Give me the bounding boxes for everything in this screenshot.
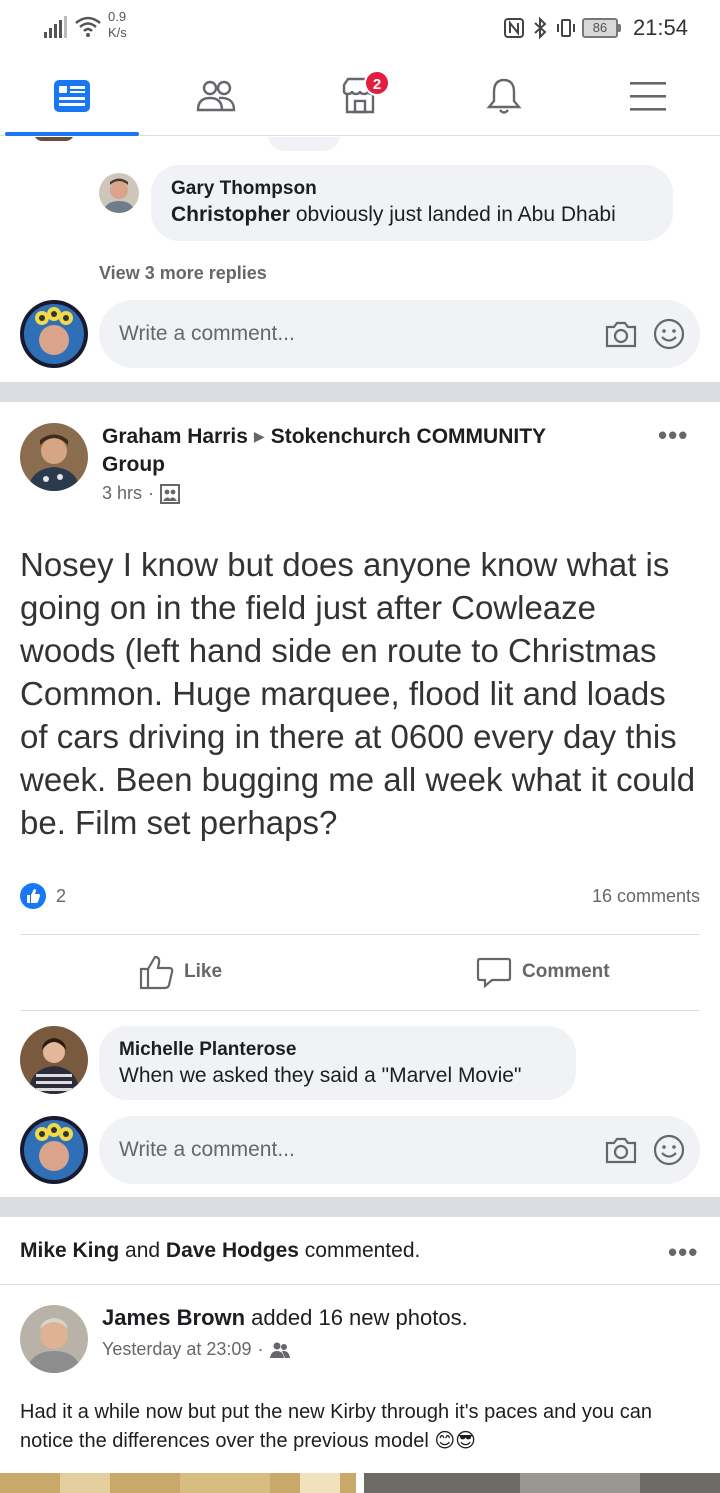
post-author[interactable]: Graham Harris [102, 425, 248, 448]
profile-photo [20, 1116, 88, 1184]
avatar[interactable] [20, 423, 88, 491]
bell-icon [486, 78, 522, 114]
like-reaction-icon [20, 883, 46, 909]
activity-header: Mike King and Dave Hodges commented. [20, 1239, 421, 1262]
friends-icon [196, 80, 236, 112]
post-time[interactable]: Yesterday at 23:09 [102, 1339, 251, 1360]
tab-news-feed[interactable] [0, 56, 144, 136]
active-tab-indicator [5, 132, 139, 136]
vibrate-icon [556, 19, 575, 37]
reactions-summary[interactable]: 2 16 comments [20, 881, 700, 911]
post-text: Had it a while now but put the new Kirby… [20, 1401, 652, 1452]
more-options-icon[interactable]: ••• [658, 422, 688, 448]
profile-photo [99, 173, 139, 213]
comment-label: Comment [522, 961, 610, 982]
news-feed-icon [54, 80, 90, 112]
group-name[interactable]: Stokenchurch COMMUNITY [271, 425, 546, 448]
comment-placeholder: Write a comment... [119, 322, 295, 345]
tab-marketplace[interactable] [288, 56, 432, 136]
view-more-replies-link[interactable]: View 3 more replies [99, 263, 267, 284]
top-navigation: 2 [0, 56, 720, 136]
comments-count[interactable]: 16 comments [592, 886, 700, 907]
more-options-icon[interactable]: ••• [668, 1239, 698, 1265]
comment-placeholder: Write a comment... [119, 1138, 295, 1161]
comment-bubble[interactable]: Michelle Planterose When we asked they s… [99, 1026, 576, 1100]
profile-photo [20, 300, 88, 368]
bluetooth-icon [534, 17, 547, 39]
clock: 21:54 [632, 15, 688, 40]
tab-friends[interactable] [144, 56, 288, 136]
post-meta: Yesterday at 23:09 · [102, 1339, 291, 1360]
emoji-icon[interactable] [652, 1133, 686, 1167]
triangle-right-icon: ▶ [253, 428, 265, 444]
comment-button[interactable]: Comment [476, 950, 610, 994]
photo-grid-preview[interactable] [0, 1473, 720, 1493]
like-button[interactable]: Like [138, 950, 222, 994]
tab-menu[interactable] [576, 56, 720, 136]
comment-text: Christopher obviously just landed in Abu… [171, 203, 616, 226]
post-time[interactable]: 3 hrs [102, 483, 142, 504]
profile-photo [20, 1305, 88, 1373]
avatar[interactable] [20, 1305, 88, 1373]
battery-icon: 86 [581, 18, 621, 38]
camera-icon[interactable] [604, 1133, 638, 1167]
comment-input[interactable]: Write a comment... [99, 300, 700, 368]
previous-comment-edge [268, 137, 340, 151]
post-separator [0, 382, 720, 402]
comment-author[interactable]: Michelle Planterose [119, 1038, 556, 1062]
emoji-icon[interactable] [652, 317, 686, 351]
profile-photo [20, 423, 88, 491]
group-icon [160, 483, 181, 504]
hamburger-menu-icon [630, 82, 666, 111]
comment-text: When we asked they said a "Marvel Movie" [119, 1064, 522, 1087]
camera-icon[interactable] [604, 317, 638, 351]
post-header-title: James Brown added 16 new photos. [102, 1305, 468, 1330]
group-name-continued[interactable]: Group [102, 453, 165, 476]
news-feed: Gary Thompson Christopher obviously just… [0, 137, 720, 1493]
signal-icon [44, 16, 67, 38]
avatar[interactable] [99, 173, 139, 213]
nfc-icon [503, 18, 524, 38]
status-bar: 0.9 K/s 86 21:54 [0, 0, 720, 56]
activity-user[interactable]: Dave Hodges [166, 1239, 299, 1262]
my-avatar[interactable] [20, 300, 88, 368]
emoji: 😊😎 [434, 1430, 477, 1452]
activity-user[interactable]: Mike King [20, 1239, 119, 1262]
post-separator [0, 1197, 720, 1217]
tab-notifications[interactable] [432, 56, 576, 136]
comment-input[interactable]: Write a comment... [99, 1116, 700, 1184]
like-count: 2 [56, 885, 67, 906]
profile-photo [20, 1026, 88, 1094]
divider [0, 1284, 720, 1285]
post-text: Nosey I know but does anyone know what i… [20, 546, 696, 841]
thumbs-up-icon [139, 955, 174, 990]
divider [20, 1010, 700, 1011]
like-label: Like [184, 961, 223, 982]
speech-bubble-icon [476, 957, 512, 989]
comment-author[interactable]: Gary Thompson [171, 177, 653, 201]
marketplace-badge: 2 [364, 70, 390, 96]
post-meta: 3 hrs · [102, 483, 181, 504]
post-author[interactable]: James Brown [102, 1305, 245, 1330]
my-avatar[interactable] [20, 1116, 88, 1184]
mention[interactable]: Christopher [171, 203, 290, 226]
reply-bubble[interactable]: Gary Thompson Christopher obviously just… [151, 165, 673, 241]
network-speed: 0.9 K/s [108, 9, 127, 40]
avatar[interactable] [20, 1026, 88, 1094]
photo-thumbnails [0, 1473, 720, 1493]
status-icons: 86 21:54 [503, 12, 688, 44]
wifi-icon [75, 16, 101, 37]
friends-audience-icon [270, 1342, 291, 1358]
previous-avatar-edge [34, 137, 74, 141]
post-header-title: Graham Harris ▶ Stokenchurch COMMUNITY Gro… [102, 422, 622, 479]
divider [20, 934, 700, 935]
